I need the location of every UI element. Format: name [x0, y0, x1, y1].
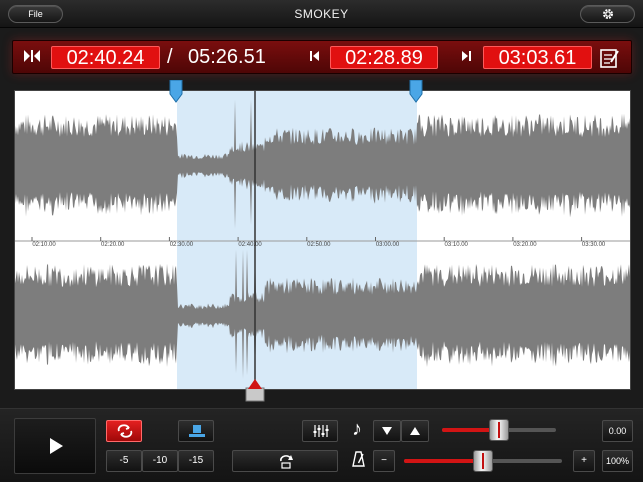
ruler-label: 02:20.00: [101, 242, 125, 248]
ruler-label: 03:10.00: [445, 242, 469, 248]
notes-icon[interactable]: [599, 47, 621, 69]
selection-end-marker[interactable]: [408, 80, 424, 104]
tempo-value[interactable]: 100%: [602, 450, 633, 472]
step-back-15-button[interactable]: -15: [178, 450, 214, 472]
step-back-5-button[interactable]: -5: [106, 450, 142, 472]
trim-button[interactable]: [232, 450, 338, 472]
selection-end-button[interactable]: [454, 41, 480, 73]
snap-icon: [189, 425, 205, 437]
snap-button[interactable]: [178, 420, 214, 442]
loop-range-icon: [24, 50, 40, 62]
tempo-plus-button[interactable]: +: [573, 450, 595, 472]
tempo-slider-fill: [404, 459, 483, 463]
gear-icon: [603, 9, 613, 19]
tempo-minus-button[interactable]: −: [373, 450, 395, 472]
ruler-label: 02:40.00: [238, 242, 262, 248]
total-time: 05:26.51: [188, 46, 266, 68]
ruler-label: 02:30.00: [170, 242, 194, 248]
selection-start-marker[interactable]: [168, 80, 184, 104]
settings-button[interactable]: [580, 5, 635, 23]
current-time[interactable]: 02:40.24: [51, 46, 160, 69]
selection-start-button[interactable]: [303, 41, 329, 73]
tempo-slider[interactable]: [404, 450, 562, 472]
ruler-label: 02:10.00: [32, 242, 56, 248]
play-icon: [50, 438, 63, 454]
time-separator: /: [167, 46, 173, 68]
trim-icon: [280, 455, 293, 469]
selection-end-time[interactable]: 03:03.61: [483, 46, 592, 69]
marker-end-icon: [462, 51, 471, 61]
marker-start-icon: [310, 51, 319, 61]
waveform-view[interactable]: 02:10.00 02:20.00 02:30.00 02:40.00 02:50.00…: [14, 90, 631, 390]
mixer-button[interactable]: [302, 420, 338, 442]
ruler-label: 03:20.00: [513, 242, 537, 248]
play-button[interactable]: [14, 418, 96, 474]
file-button[interactable]: File: [8, 5, 63, 23]
step-back-10-button[interactable]: -10: [142, 450, 178, 472]
loop-icon: [117, 424, 133, 438]
metronome-icon: [352, 451, 365, 467]
selection-start-time[interactable]: 02:28.89: [330, 46, 438, 69]
music-note-icon: ♪: [352, 418, 362, 440]
loop-range-button[interactable]: [19, 41, 45, 73]
app-title: SMOKEY: [294, 7, 349, 21]
pitch-up-button[interactable]: [401, 420, 429, 442]
pitch-slider[interactable]: [442, 419, 556, 441]
top-bar: SMOKEY File: [0, 0, 643, 28]
ruler-label: 02:50.00: [307, 242, 331, 248]
ruler-label: 03:30.00: [582, 242, 606, 248]
pitch-slider-knob[interactable]: [489, 419, 509, 441]
time-bar: 02:40.24 / 05:26.51 02:28.89 03:03.61: [12, 40, 632, 74]
arrow-down-icon: [382, 427, 392, 435]
playhead-handle[interactable]: [244, 378, 266, 402]
tempo-slider-knob[interactable]: [473, 450, 493, 472]
pitch-value[interactable]: 0.00: [602, 420, 633, 442]
loop-button[interactable]: [106, 420, 142, 442]
mixer-icon: [313, 425, 329, 437]
ruler-label: 03:00.00: [376, 242, 400, 248]
waveform-canvas: 02:10.00 02:20.00 02:30.00 02:40.00 02:50.00…: [15, 91, 630, 389]
pitch-down-button[interactable]: [373, 420, 401, 442]
arrow-up-icon: [410, 427, 420, 435]
